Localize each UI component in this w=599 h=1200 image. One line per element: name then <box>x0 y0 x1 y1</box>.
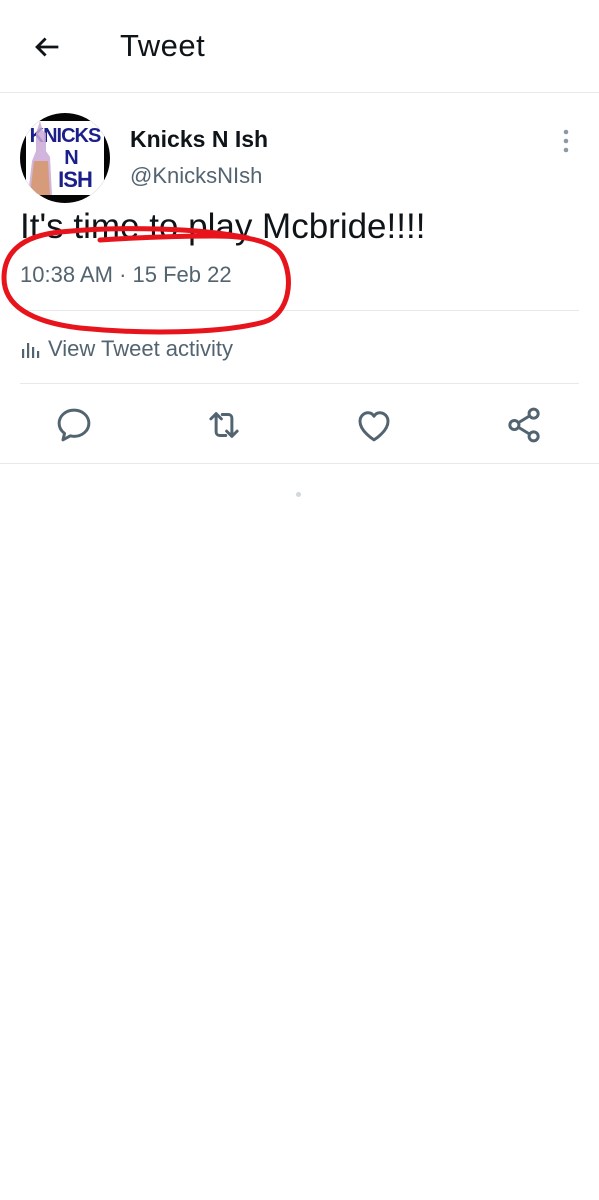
reply-icon <box>57 408 91 442</box>
loading-indicator <box>296 492 301 497</box>
avatar-logo: KNICKS N ISH <box>26 121 104 195</box>
share-button[interactable] <box>503 404 545 446</box>
retweet-button[interactable] <box>203 404 245 446</box>
retweet-icon <box>209 412 239 438</box>
divider <box>0 463 599 464</box>
like-button[interactable] <box>353 404 395 446</box>
statue-of-liberty-graphic <box>28 121 52 195</box>
share-icon <box>508 407 540 443</box>
author-display-name[interactable]: Knicks N Ish <box>130 126 268 153</box>
divider <box>20 383 579 384</box>
avatar[interactable]: KNICKS N ISH <box>20 113 110 203</box>
view-tweet-activity-link[interactable]: View Tweet activity <box>20 334 233 364</box>
more-options-button[interactable] <box>556 128 576 154</box>
reply-button[interactable] <box>53 404 95 446</box>
author-handle[interactable]: @KnicksNIsh <box>130 163 262 189</box>
bar-chart-icon <box>22 343 40 358</box>
more-vertical-icon <box>563 129 569 153</box>
top-bar: Tweet <box>0 0 599 93</box>
heart-icon <box>358 411 390 442</box>
page-title: Tweet <box>120 28 206 63</box>
tweet-timestamp[interactable]: 10:38 AM · 15 Feb 22 <box>20 262 232 288</box>
divider <box>20 310 579 311</box>
back-button[interactable] <box>30 30 64 64</box>
tweet-text: It's time to play Mcbride!!!! <box>20 207 426 246</box>
view-tweet-activity-label: View Tweet activity <box>48 336 234 361</box>
arrow-left-icon <box>35 37 59 57</box>
